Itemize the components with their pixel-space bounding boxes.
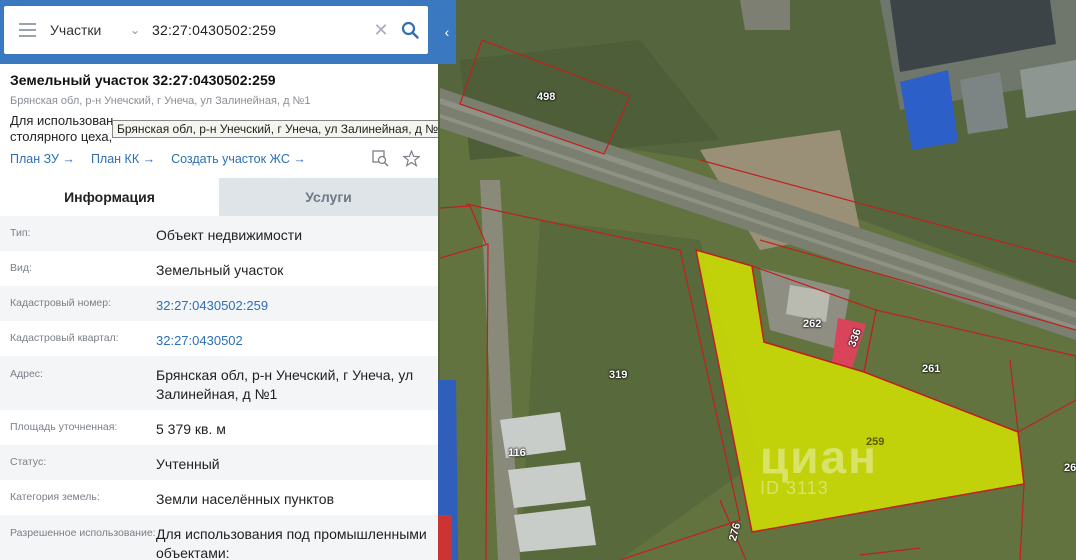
collapse-icon[interactable]: ‹: [438, 0, 456, 64]
layer-select[interactable]: Участки: [50, 22, 130, 38]
row-label: Тип:: [10, 227, 31, 239]
panel-tabs: Информация Услуги: [0, 178, 438, 216]
row-label: Кадастровый квартал:: [10, 332, 119, 344]
row-value: 5 379 кв. м: [156, 421, 226, 437]
info-row-address: Адрес: Брянская обл, р-н Унечский, г Уне…: [0, 356, 438, 410]
plan-kk-link[interactable]: План КК →: [91, 152, 155, 166]
parcel-label-262[interactable]: 262: [803, 318, 821, 330]
info-row-area: Площадь уточненная: 5 379 кв. м: [0, 410, 438, 445]
tab-services[interactable]: Услуги: [219, 178, 438, 216]
row-value: Брянская обл, р-н Унечский, г Унеча, ул …: [156, 367, 414, 402]
search-input[interactable]: 32:27:0430502:259: [152, 22, 370, 38]
search-bar: Участки ⌄ 32:27:0430502:259 ✕: [0, 0, 438, 64]
cian-watermark: циан ID 3113: [760, 430, 878, 499]
search-icon[interactable]: [392, 21, 428, 39]
address-tooltip: Брянская обл, р-н Унечский, г Унеча, ул …: [112, 120, 438, 138]
plan-zu-link[interactable]: План ЗУ →: [10, 152, 75, 166]
row-value: Земельный участок: [156, 262, 284, 278]
info-row-land-category: Категория земель: Земли населённых пункт…: [0, 480, 438, 515]
info-table: Тип: Объект недвижимости Вид: Земельный …: [0, 216, 438, 560]
parcel-title: Земельный участок 32:27:0430502:259: [10, 72, 276, 88]
cadastral-number-link[interactable]: 32:27:0430502:259: [156, 286, 428, 321]
row-value: Земли населённых пунктов: [156, 491, 335, 507]
menu-icon[interactable]: [4, 23, 50, 37]
create-zs-link[interactable]: Создать участок ЖС →: [171, 152, 306, 166]
row-value: Объект недвижимости: [156, 227, 303, 243]
cadastral-quarter-link[interactable]: 32:27:0430502: [156, 321, 428, 356]
info-row-status: Статус: Учтенный: [0, 445, 438, 480]
parcel-label-116[interactable]: 116: [508, 447, 526, 459]
watermark-logo: циан: [760, 431, 878, 483]
info-row-type: Тип: Объект недвижимости: [0, 216, 438, 251]
parcel-label-498[interactable]: 498: [537, 91, 555, 103]
info-row-cadastral-number: Кадастровый номер: 32:27:0430502:259: [0, 286, 438, 321]
row-label: Кадастровый номер:: [10, 297, 112, 309]
info-row-kind: Вид: Земельный участок: [0, 251, 438, 286]
info-row-permitted-use: Разрешенное использование: Для использов…: [0, 515, 438, 560]
row-value: Учтенный: [156, 456, 220, 472]
parcel-links: План ЗУ → План КК → Создать участок ЖС →: [10, 152, 306, 166]
row-label: Статус:: [10, 456, 47, 468]
parcel-actions: [372, 149, 421, 172]
row-label: Площадь уточненная:: [10, 421, 118, 433]
zoom-to-icon[interactable]: [372, 150, 389, 172]
info-panel: Земельный участок 32:27:0430502:259 Брян…: [0, 64, 438, 560]
search-box: Участки ⌄ 32:27:0430502:259 ✕: [4, 6, 428, 54]
star-icon[interactable]: [402, 149, 421, 172]
row-value: Для использования под промышленными объе…: [156, 526, 427, 560]
row-label: Вид:: [10, 262, 32, 274]
parcel-label-319[interactable]: 319: [609, 369, 627, 381]
close-icon[interactable]: ✕: [370, 20, 392, 41]
row-label: Разрешенное использование:: [10, 527, 156, 539]
parcel-address: Брянская обл, р-н Унечский, г Унеча, ул …: [10, 95, 311, 107]
parcel-label-partial[interactable]: 26: [1064, 462, 1076, 474]
row-label: Категория земель:: [10, 491, 100, 503]
tab-info[interactable]: Информация: [0, 178, 219, 216]
info-row-cadastral-quarter: Кадастровый квартал: 32:27:0430502: [0, 321, 438, 356]
row-label: Адрес:: [10, 368, 43, 380]
parcel-label-261[interactable]: 261: [922, 363, 940, 375]
chevron-down-icon[interactable]: ⌄: [130, 23, 152, 37]
